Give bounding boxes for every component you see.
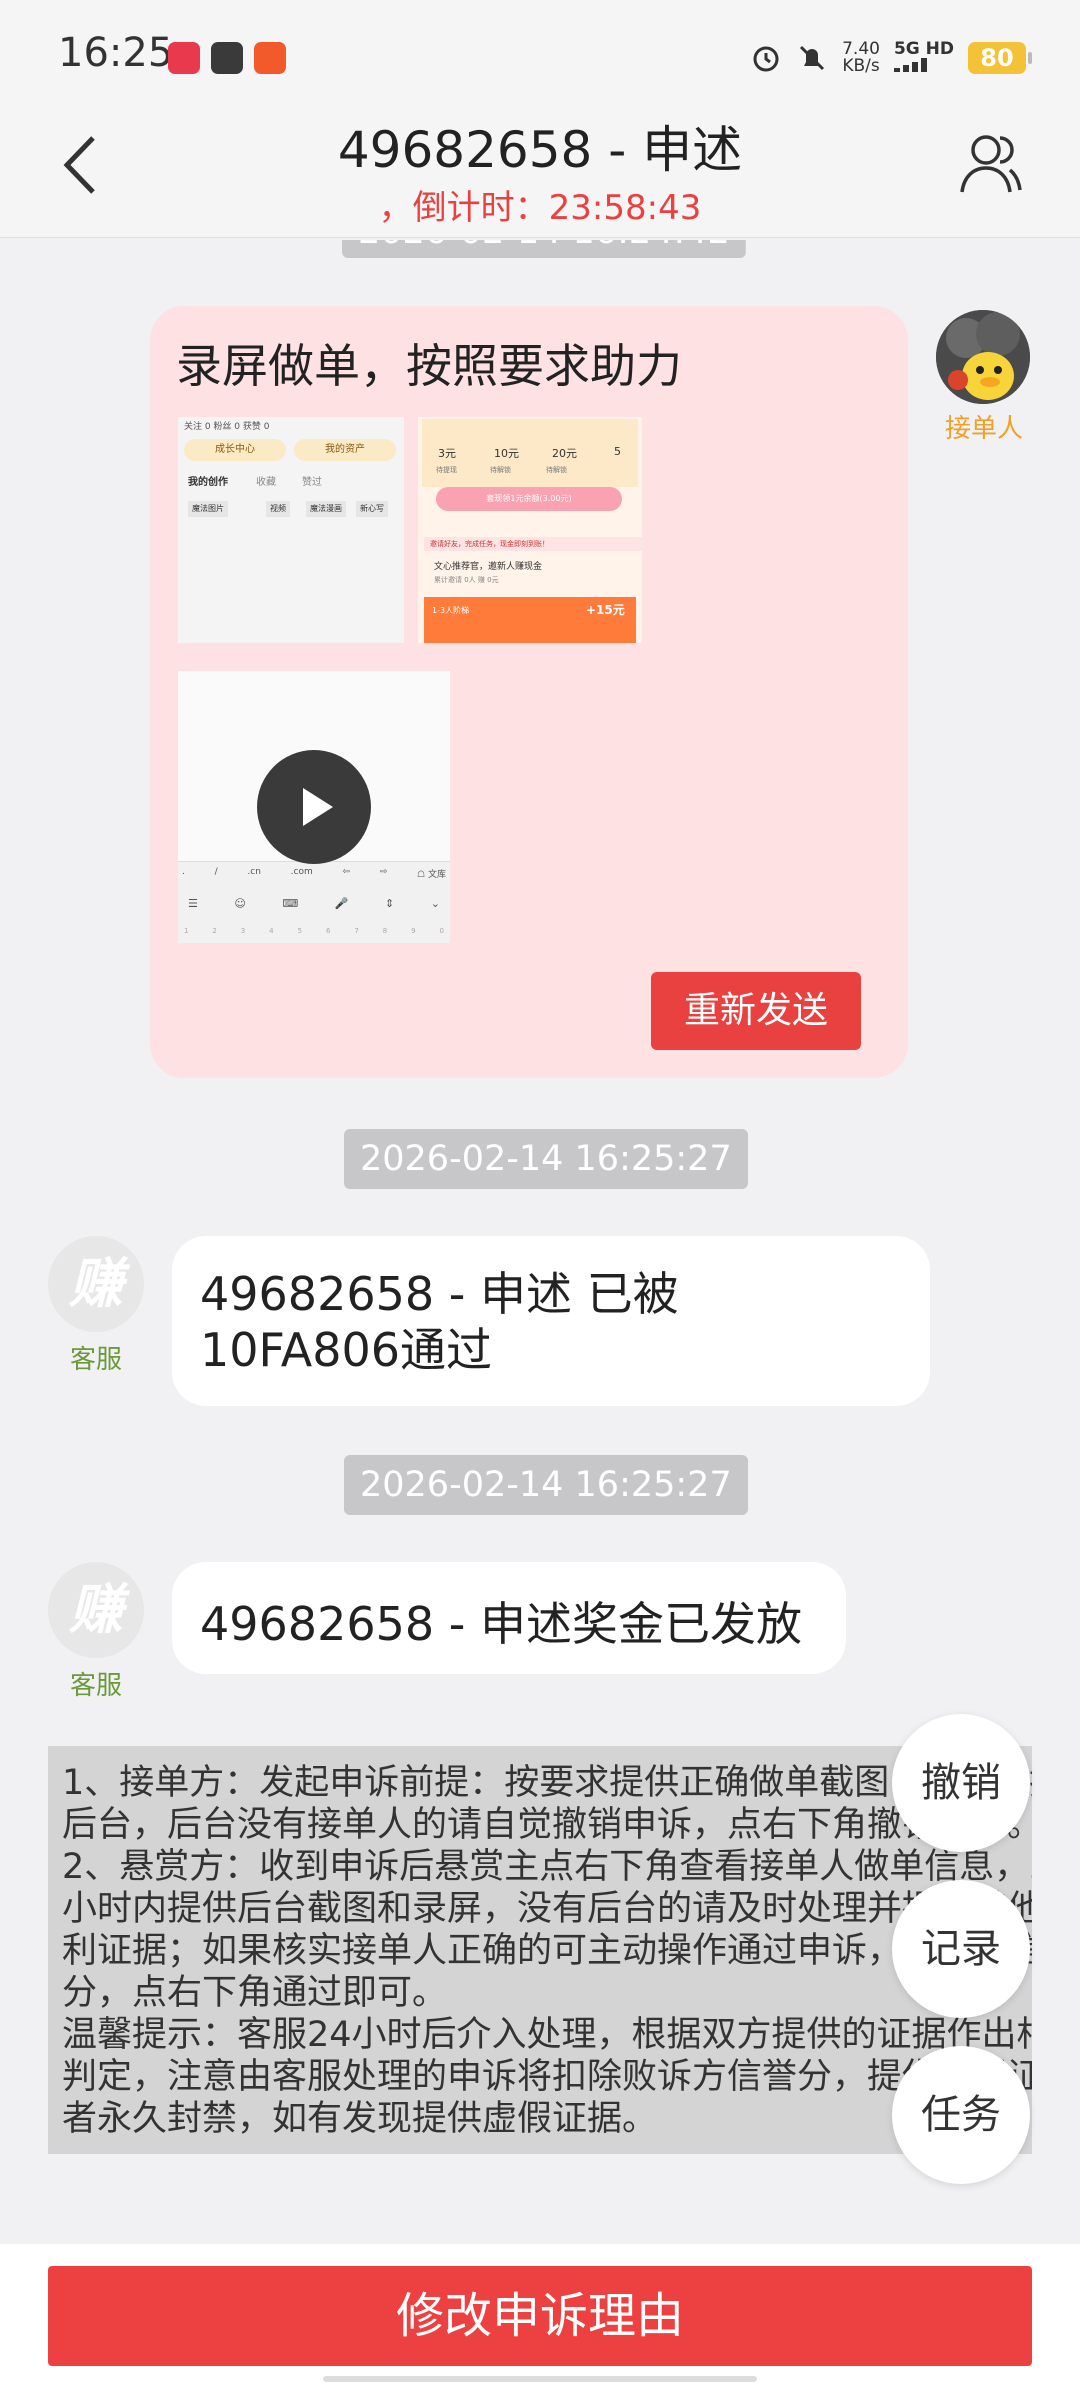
play-icon[interactable] xyxy=(257,750,371,864)
signal-icon xyxy=(893,57,927,72)
status-right-cluster: 7.40 KB/s 5G HD 80 xyxy=(750,36,1032,80)
cs-label-1: 客服 xyxy=(69,1345,122,1375)
mute-bell-icon xyxy=(800,45,825,71)
network-type: 5G HD xyxy=(893,40,954,76)
cs-label-2: 客服 xyxy=(69,1671,122,1701)
appeal-rules-text: 1、接单方：发起申诉前提：按要求提供正确做单截图，悬赏主提供后台，后台没有接单人… xyxy=(62,1763,1032,2139)
records-button[interactable]: 记录 xyxy=(892,1880,1030,2018)
timestamp-2: 2026-02-14 16:25:27 xyxy=(344,1455,748,1515)
video-thumbnail[interactable]: . / .cn .com ⇦ ⇨ ☖ 文库 ☰ ☺ ⌨ 🎤 ⇕ ⌄ 1 2 3 … xyxy=(178,671,450,943)
status-time: 16:25 xyxy=(58,30,174,76)
worker-label: 接单人 xyxy=(944,414,1023,444)
cs-avatar-2[interactable]: 赚 xyxy=(48,1562,144,1658)
alarm-icon xyxy=(753,46,779,72)
dark-app-icon xyxy=(211,42,243,74)
red-app-icon xyxy=(168,42,200,74)
cs-message-2-text: 49682658 - 申述奖金已发放 xyxy=(200,1597,802,1651)
cs-avatar-1[interactable]: 赚 xyxy=(48,1236,144,1332)
screenshot-thumbnail-2[interactable]: 3元 10元 20元 5 待提现 待解锁 待解锁 套现领1元余额(3.00元) … xyxy=(418,417,642,643)
people-icon[interactable] xyxy=(958,130,1024,196)
cs-message-1-text: 49682658 - 申述 已被10FA806通过 xyxy=(200,1267,679,1377)
worker-avatar[interactable] xyxy=(936,310,1030,404)
orange-app-icon xyxy=(254,42,286,74)
revoke-button[interactable]: 撤销 xyxy=(892,1714,1030,1852)
net-speed: 7.40 KB/s xyxy=(842,39,880,76)
duck-avatar-icon xyxy=(936,310,1030,404)
timestamp-1: 2026-02-14 16:25:27 xyxy=(344,1129,748,1189)
resend-button[interactable]: 重新发送 xyxy=(651,972,861,1050)
home-indicator[interactable] xyxy=(323,2376,757,2382)
countdown-timer: ，倒计时：23:58:43 xyxy=(378,188,702,228)
worker-message-text: 录屏做单，按照要求助力 xyxy=(176,339,682,393)
modify-appeal-reason-button[interactable]: 修改申诉理由 xyxy=(48,2266,1032,2366)
appeal-rules-panel: 1、接单方：发起申诉前提：按要求提供正确做单截图，悬赏主提供后台，后台没有接单人… xyxy=(48,1746,1032,2154)
battery-indicator: 80 xyxy=(968,42,1032,74)
cs-message-bubble-1: 49682658 - 申述 已被10FA806通过 xyxy=(172,1236,930,1406)
page-title: 49682658 - 申述 xyxy=(337,121,743,179)
cs-message-bubble-2: 49682658 - 申述奖金已发放 xyxy=(172,1562,846,1674)
task-button[interactable]: 任务 xyxy=(892,2046,1030,2184)
screenshot-thumbnail-1[interactable]: 关注 0 粉丝 0 获赞 0 成长中心 我的资产 我的创作 收藏 赞过 魔法图片… xyxy=(178,417,404,643)
